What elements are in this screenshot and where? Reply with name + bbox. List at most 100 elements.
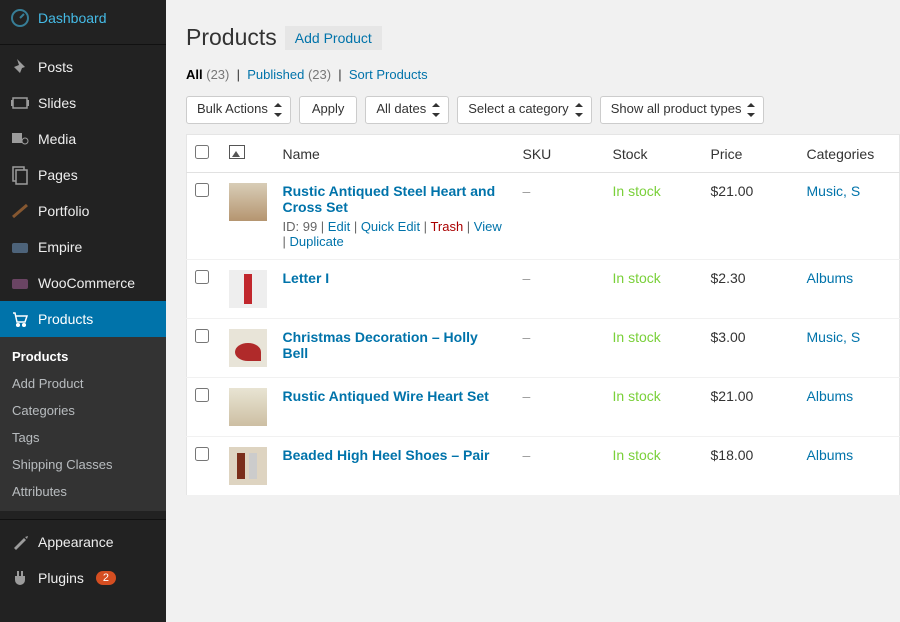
row-checkbox[interactable] <box>195 270 209 284</box>
filter-all[interactable]: All <box>186 67 203 82</box>
category-links[interactable]: Music, S <box>807 329 861 345</box>
trash-link[interactable]: Trash <box>430 219 463 234</box>
product-name-link[interactable]: Rustic Antiqued Steel Heart and Cross Se… <box>283 183 496 215</box>
menu-item-portfolio[interactable]: Portfolio <box>0 193 166 229</box>
apply-button[interactable]: Apply <box>299 96 358 124</box>
product-name-link[interactable]: Letter I <box>283 270 330 286</box>
menu-label: Media <box>38 131 76 147</box>
filter-published[interactable]: Published <box>247 67 304 82</box>
product-name-link[interactable]: Beaded High Heel Shoes – Pair <box>283 447 490 463</box>
sku-value: – <box>523 270 531 286</box>
submenu-add-product[interactable]: Add Product <box>0 370 166 397</box>
menu-item-slides[interactable]: Slides <box>0 85 166 121</box>
duplicate-link[interactable]: Duplicate <box>290 234 344 249</box>
menu-item-empire[interactable]: Empire <box>0 229 166 265</box>
dashboard-icon <box>10 8 30 28</box>
price-value: $21.00 <box>711 183 754 199</box>
price-value: $21.00 <box>711 388 754 404</box>
menu-item-dashboard[interactable]: Dashboard <box>0 0 166 36</box>
product-name-link[interactable]: Christmas Decoration – Holly Bell <box>283 329 478 361</box>
products-submenu: ProductsAdd ProductCategoriesTagsShippin… <box>0 337 166 511</box>
sku-value: – <box>523 329 531 345</box>
appearance-icon <box>10 532 30 552</box>
submenu-tags[interactable]: Tags <box>0 424 166 451</box>
product-thumbnail[interactable] <box>229 447 267 485</box>
col-sku[interactable]: SKU <box>515 135 605 173</box>
stock-status: In stock <box>613 447 661 463</box>
col-price[interactable]: Price <box>703 135 799 173</box>
stock-status: In stock <box>613 183 661 199</box>
product-thumbnail[interactable] <box>229 329 267 367</box>
submenu-attributes[interactable]: Attributes <box>0 478 166 505</box>
menu-item-posts[interactable]: Posts <box>0 49 166 85</box>
menu-label: Appearance <box>38 534 114 550</box>
category-filter-select[interactable]: Select a category <box>457 96 591 124</box>
product-type-filter-select[interactable]: Show all product types <box>600 96 765 124</box>
table-row: Beaded High Heel Shoes – Pair–In stock$1… <box>187 437 900 496</box>
col-name[interactable]: Name <box>275 135 515 173</box>
row-checkbox[interactable] <box>195 183 209 197</box>
price-value: $3.00 <box>711 329 746 345</box>
product-thumbnail[interactable] <box>229 270 267 308</box>
table-row: Rustic Antiqued Steel Heart and Cross Se… <box>187 173 900 260</box>
menu-item-plugins[interactable]: Plugins 2 <box>0 560 166 596</box>
category-links[interactable]: Albums <box>807 447 854 463</box>
product-thumbnail[interactable] <box>229 388 267 426</box>
col-categories[interactable]: Categories <box>799 135 900 173</box>
table-row: Letter I–In stock$2.30Albums <box>187 260 900 319</box>
row-checkbox[interactable] <box>195 329 209 343</box>
quick-edit-link[interactable]: Quick Edit <box>361 219 420 234</box>
filter-published-count: (23) <box>308 67 331 82</box>
add-product-button[interactable]: Add Product <box>285 26 382 50</box>
media-icon <box>10 129 30 149</box>
submenu-products[interactable]: Products <box>0 343 166 370</box>
stock-status: In stock <box>613 388 661 404</box>
stock-status: In stock <box>613 270 661 286</box>
row-actions: ID: 99 | Edit | Quick Edit | Trash | Vie… <box>283 219 507 249</box>
filter-all-count: (23) <box>206 67 229 82</box>
bulk-actions-select[interactable]: Bulk Actions <box>186 96 291 124</box>
page-title: Products <box>186 24 277 51</box>
pages-icon <box>10 165 30 185</box>
status-filter-links: All (23) | Published (23) | Sort Product… <box>186 67 900 82</box>
row-checkbox[interactable] <box>195 388 209 402</box>
menu-label: Plugins <box>38 570 84 586</box>
menu-item-pages[interactable]: Pages <box>0 157 166 193</box>
filter-bar: Bulk Actions Apply All dates Select a ca… <box>186 96 900 124</box>
product-name-link[interactable]: Rustic Antiqued Wire Heart Set <box>283 388 489 404</box>
menu-item-appearance[interactable]: Appearance <box>0 524 166 560</box>
empire-icon <box>10 237 30 257</box>
menu-label: Slides <box>38 95 76 111</box>
portfolio-icon <box>10 201 30 221</box>
menu-label: Empire <box>38 239 82 255</box>
menu-item-woocommerce[interactable]: WooCommerce <box>0 265 166 301</box>
view-link[interactable]: View <box>474 219 502 234</box>
page-header: Products Add Product <box>186 24 900 51</box>
col-stock[interactable]: Stock <box>605 135 703 173</box>
menu-item-products[interactable]: Products <box>0 301 166 337</box>
sort-products-link[interactable]: Sort Products <box>349 67 428 82</box>
slides-icon <box>10 93 30 113</box>
submenu-categories[interactable]: Categories <box>0 397 166 424</box>
menu-label: Products <box>38 311 93 327</box>
category-links[interactable]: Albums <box>807 270 854 286</box>
product-id: ID: 99 <box>283 219 318 234</box>
edit-link[interactable]: Edit <box>328 219 350 234</box>
product-thumbnail[interactable] <box>229 183 267 221</box>
menu-label: Dashboard <box>38 10 107 26</box>
category-links[interactable]: Music, S <box>807 183 861 199</box>
stock-status: In stock <box>613 329 661 345</box>
row-checkbox[interactable] <box>195 447 209 461</box>
update-badge: 2 <box>96 571 116 585</box>
menu-item-media[interactable]: Media <box>0 121 166 157</box>
menu-label: Portfolio <box>38 203 89 219</box>
category-links[interactable]: Albums <box>807 388 854 404</box>
submenu-shipping-classes[interactable]: Shipping Classes <box>0 451 166 478</box>
products-table: Name SKU Stock Price Categories Rustic A… <box>186 134 900 496</box>
price-value: $18.00 <box>711 447 754 463</box>
sku-value: – <box>523 388 531 404</box>
select-all-checkbox[interactable] <box>195 145 209 159</box>
date-filter-select[interactable]: All dates <box>365 96 449 124</box>
main-content: Products Add Product All (23) | Publishe… <box>166 0 900 622</box>
pin-icon <box>10 57 30 77</box>
